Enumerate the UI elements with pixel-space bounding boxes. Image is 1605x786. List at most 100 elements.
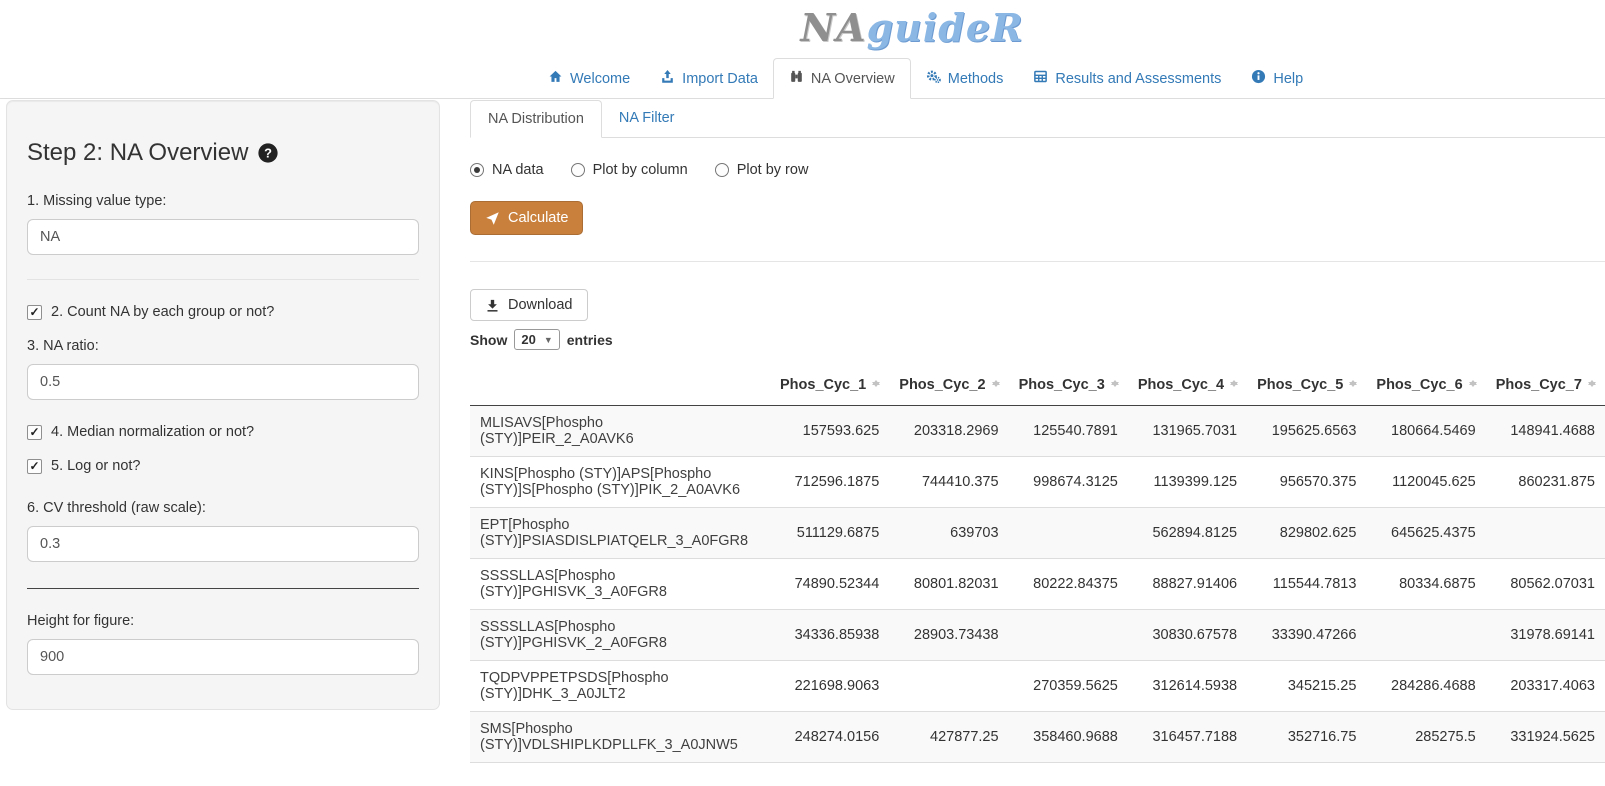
app-logo: NAguideR (800, 2, 1023, 54)
radio-plot-by-row[interactable]: Plot by row (715, 162, 809, 178)
sort-arrows-icon (1588, 376, 1597, 391)
info-circle-icon (1251, 69, 1266, 88)
value-cell (1486, 508, 1605, 559)
table-row[interactable]: SSSSLLAS[Phospho (STY)]PGHISVK_2_A0FGR83… (470, 610, 1605, 661)
missing-value-type-select[interactable] (27, 219, 419, 255)
value-cell: 358460.9688 (1009, 712, 1128, 763)
calculate-button-label: Calculate (508, 210, 568, 226)
show-entries-suffix: entries (567, 332, 613, 348)
entries-count-value: 20 (521, 332, 535, 347)
cogs-icon (926, 69, 941, 88)
log-or-not-label: 5. Log or not? (51, 458, 141, 474)
nav-tab-results[interactable]: Results and Assessments (1018, 58, 1236, 99)
column-header-phos_cyc_2[interactable]: Phos_Cyc_2 (889, 364, 1008, 406)
value-cell (1009, 508, 1128, 559)
subtab-na-filter[interactable]: NA Filter (602, 100, 692, 138)
plot-type-radio-group: NA data Plot by column Plot by row (470, 162, 1605, 178)
sort-arrows-icon (872, 376, 881, 391)
main-navigation: Welcome Import DataNA Overview Methods Resu… (0, 58, 1605, 99)
sort-arrows-icon (1230, 376, 1239, 391)
value-cell: 28903.73438 (889, 610, 1008, 661)
value-cell: 352716.75 (1247, 712, 1366, 763)
value-cell: 31978.69141 (1486, 610, 1605, 661)
value-cell: 248274.0156 (770, 712, 889, 763)
value-cell: 80334.6875 (1366, 559, 1485, 610)
nav-tab-import-data[interactable]: Import Data (645, 58, 773, 99)
value-cell: 157593.625 (770, 406, 889, 457)
value-cell: 80562.07031 (1486, 559, 1605, 610)
sort-arrows-icon (1349, 376, 1358, 391)
row-name-cell: SSSSLLAS[Phospho (STY)]PGHISVK_2_A0FGR8 (470, 610, 770, 661)
subtab-bar: NA DistributionNA Filter (470, 100, 1605, 138)
table-row[interactable]: SSSSLLAS[Phospho (STY)]PGHISVK_3_A0FGR87… (470, 559, 1605, 610)
nav-tab-na-overview[interactable]: NA Overview (773, 58, 911, 99)
value-cell: 639703 (889, 508, 1008, 559)
nav-tab-methods[interactable]: Methods (911, 58, 1019, 99)
value-cell: 956570.375 (1247, 457, 1366, 508)
value-cell: 645625.4375 (1366, 508, 1485, 559)
nav-tab-welcome[interactable]: Welcome (533, 58, 645, 99)
radio-na-data[interactable]: NA data (470, 162, 544, 178)
cv-threshold-label: 6. CV threshold (raw scale): (27, 500, 419, 516)
table-icon (1033, 69, 1048, 88)
subtab-na-distribution[interactable]: NA Distribution (470, 100, 602, 138)
na-data-table: Phos_Cyc_1Phos_Cyc_2Phos_Cyc_3Phos_Cyc_4… (470, 364, 1605, 763)
value-cell: 312614.5938 (1128, 661, 1247, 712)
nav-tab-label: Welcome (570, 71, 630, 87)
radio-button-icon[interactable] (470, 163, 484, 177)
sidebar-divider-2 (27, 588, 419, 589)
table-row[interactable]: KINS[Phospho (STY)]APS[Phospho (STY)]S[P… (470, 457, 1605, 508)
sidebar-title: Step 2: NA Overview ? (27, 139, 419, 167)
column-header-phos_cyc_5[interactable]: Phos_Cyc_5 (1247, 364, 1366, 406)
binoculars-icon (789, 69, 804, 88)
value-cell: 34336.85938 (770, 610, 889, 661)
show-entries-control: Show 20 ▼ entries (470, 329, 1605, 350)
value-cell: 180664.5469 (1366, 406, 1485, 457)
value-cell: 427877.25 (889, 712, 1008, 763)
na-ratio-input[interactable] (27, 364, 419, 400)
nav-tab-label: Methods (948, 71, 1004, 87)
value-cell: 125540.7891 (1009, 406, 1128, 457)
nav-tab-label: Results and Assessments (1055, 71, 1221, 87)
row-name-cell: SMS[Phospho (STY)]VDLSHIPLKDPLLFK_3_A0JN… (470, 712, 770, 763)
value-cell: 316457.7188 (1128, 712, 1247, 763)
column-header-phos_cyc_4[interactable]: Phos_Cyc_4 (1128, 364, 1247, 406)
radio-plot-by-column[interactable]: Plot by column (571, 162, 688, 178)
value-cell: 285275.5 (1366, 712, 1485, 763)
figure-height-label: Height for figure: (27, 613, 419, 629)
question-circle-icon[interactable]: ? (257, 142, 279, 164)
column-header-label: Phos_Cyc_6 (1376, 377, 1462, 393)
calculate-button[interactable]: Calculate (470, 201, 583, 235)
log-or-not-checkbox[interactable] (27, 459, 42, 474)
value-cell: 511129.6875 (770, 508, 889, 559)
table-row[interactable]: SMS[Phospho (STY)]VDLSHIPLKDPLLFK_3_A0JN… (470, 712, 1605, 763)
radio-button-icon[interactable] (571, 163, 585, 177)
column-header-phos_cyc_7[interactable]: Phos_Cyc_7 (1486, 364, 1605, 406)
count-na-group-checkbox[interactable] (27, 305, 42, 320)
download-button[interactable]: Download (470, 289, 588, 321)
home-icon (548, 69, 563, 88)
log-or-not-checkbox-row[interactable]: 5. Log or not? (27, 458, 419, 474)
sort-arrows-icon (1469, 376, 1478, 391)
median-normalization-checkbox[interactable] (27, 425, 42, 440)
table-row[interactable]: MLISAVS[Phospho (STY)]PEIR_2_A0AVK615759… (470, 406, 1605, 457)
column-header-phos_cyc_3[interactable]: Phos_Cyc_3 (1009, 364, 1128, 406)
column-header-phos_cyc_6[interactable]: Phos_Cyc_6 (1366, 364, 1485, 406)
row-name-cell: SSSSLLAS[Phospho (STY)]PGHISVK_3_A0FGR8 (470, 559, 770, 610)
nav-tab-help[interactable]: Help (1236, 58, 1318, 99)
radio-button-icon[interactable] (715, 163, 729, 177)
row-name-cell: EPT[Phospho (STY)]PSIASDISLPIATQELR_3_A0… (470, 508, 770, 559)
figure-height-input[interactable] (27, 639, 419, 675)
entries-count-select[interactable]: 20 ▼ (514, 329, 559, 350)
value-cell: 331924.5625 (1486, 712, 1605, 763)
table-row[interactable]: TQDPVPPETPSDS[Phospho (STY)]DHK_3_A0JLT2… (470, 661, 1605, 712)
rowname-column-header (470, 364, 770, 406)
median-normalization-checkbox-row[interactable]: 4. Median normalization or not? (27, 424, 419, 440)
value-cell: 148941.4688 (1486, 406, 1605, 457)
upload-icon (660, 69, 675, 88)
column-header-phos_cyc_1[interactable]: Phos_Cyc_1 (770, 364, 889, 406)
cv-threshold-input[interactable] (27, 526, 419, 562)
radio-label: Plot by column (593, 162, 688, 178)
count-na-group-checkbox-row[interactable]: 2. Count NA by each group or not? (27, 304, 419, 320)
table-row[interactable]: EPT[Phospho (STY)]PSIASDISLPIATQELR_3_A0… (470, 508, 1605, 559)
